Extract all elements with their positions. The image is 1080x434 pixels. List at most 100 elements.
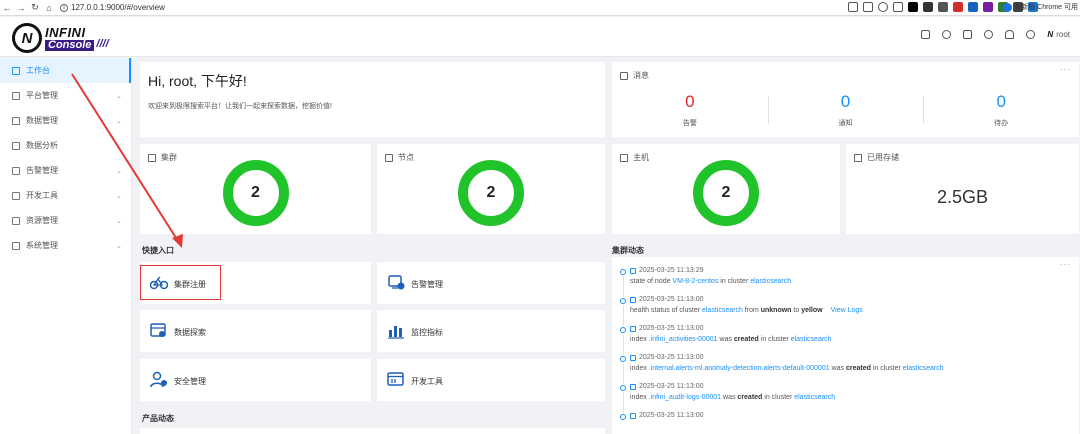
quick-security-management[interactable]: 安全管理 xyxy=(140,359,371,401)
key-icon[interactable] xyxy=(848,2,858,12)
sidebar-item-devtools[interactable]: 开发工具 ⌄ xyxy=(0,183,131,208)
quick-monitoring-metrics[interactable]: 监控指标 xyxy=(377,310,605,352)
back-icon[interactable]: ← xyxy=(0,3,14,13)
platform-icon xyxy=(12,91,20,100)
activity-link[interactable]: elasticsearch xyxy=(750,278,791,285)
activity-text: created xyxy=(733,336,759,343)
extension-icon[interactable] xyxy=(923,2,933,12)
host-icon xyxy=(620,153,628,162)
url-text: 127.0.0.1:9000/#/overview xyxy=(71,3,165,12)
document-icon[interactable] xyxy=(963,30,973,39)
reload-icon[interactable]: ↻ xyxy=(28,2,42,13)
alert-icon xyxy=(12,166,20,175)
notifications-count-value: 0 xyxy=(840,92,851,111)
storage-card[interactable]: 已用存储 2.5GB xyxy=(846,144,1079,234)
extension-icon[interactable] xyxy=(908,2,918,12)
quick-label: 数据探索 xyxy=(174,328,206,337)
sidebar-item-platform[interactable]: 平台管理 ⌄ xyxy=(0,83,131,108)
messages-title: 消息 xyxy=(620,70,649,81)
alerts-count[interactable]: 0 告警 xyxy=(612,92,768,128)
header-actions: N root xyxy=(921,30,1070,39)
star-icon[interactable] xyxy=(893,2,903,12)
help-icon[interactable] xyxy=(984,30,994,39)
expand-icon[interactable] xyxy=(630,296,636,303)
sidebar-item-system[interactable]: 系统管理 ⌄ xyxy=(0,233,131,258)
timeline-dot-icon xyxy=(620,298,626,304)
console-icon[interactable] xyxy=(921,30,931,39)
activity-text: was xyxy=(717,336,734,343)
quick-dev-tools[interactable]: 开发工具 xyxy=(377,359,605,401)
notifications-count[interactable]: 0 通知 xyxy=(767,92,924,128)
forward-icon[interactable]: → xyxy=(14,3,28,13)
more-icon[interactable]: ··· xyxy=(1060,65,1071,74)
logo-mark-icon: N xyxy=(12,23,42,53)
address-bar[interactable]: i 127.0.0.1:9000/#/overview xyxy=(60,3,165,12)
sidebar-item-resources[interactable]: 资源管理 ⌄ xyxy=(0,208,131,233)
activity-link[interactable]: VM-8-2-centos xyxy=(672,278,718,285)
chevron-down-icon: ⌄ xyxy=(116,192,122,200)
quick-data-explore[interactable]: 数据探索 xyxy=(140,310,371,352)
clusters-ring: 2 xyxy=(222,160,289,226)
sidebar-item-data[interactable]: 数据管理 ⌄ xyxy=(0,108,131,133)
gauge-icon[interactable] xyxy=(942,30,952,39)
nodes-title: 节点 xyxy=(385,152,414,163)
user-menu[interactable]: N root xyxy=(1047,30,1070,39)
extension-icon[interactable] xyxy=(938,2,948,12)
bar-chart-icon xyxy=(388,326,404,339)
activity-link[interactable]: elasticsearch xyxy=(903,365,944,372)
timeline-connector xyxy=(623,363,624,384)
activity-text: in cluster xyxy=(870,365,903,372)
cluster-activity-title: 集群动态 xyxy=(612,246,644,255)
sidebar-item-workbench[interactable]: 工作台 xyxy=(0,58,131,83)
quick-label: 监控指标 xyxy=(411,328,443,337)
quick-alert-management[interactable]: 告警管理 xyxy=(377,262,605,304)
activity-time: 2025-03-25 11:13:00 xyxy=(630,325,703,332)
activity-text: index xyxy=(630,394,649,401)
extension-icon[interactable] xyxy=(968,2,978,12)
zoom-icon[interactable] xyxy=(878,2,888,12)
activity-link[interactable]: View Logs xyxy=(831,307,863,314)
chrome-update-button[interactable]: 有新版 Chrome 可用 xyxy=(1003,2,1078,12)
activity-link[interactable]: .infini_activities-00001 xyxy=(649,336,718,343)
activity-link[interactable]: elasticsearch xyxy=(702,307,743,314)
home-icon[interactable]: ⌂ xyxy=(42,3,56,13)
cluster-icon xyxy=(148,153,156,162)
hosts-card[interactable]: 主机 2 xyxy=(612,144,840,234)
site-info-icon[interactable]: i xyxy=(60,3,68,12)
activity-link[interactable]: elasticsearch xyxy=(794,394,835,401)
expand-icon[interactable] xyxy=(630,325,636,332)
activity-text: index xyxy=(630,365,649,372)
timeline-connector xyxy=(623,276,624,297)
expand-icon[interactable] xyxy=(630,383,636,390)
activity-text: in cluster xyxy=(758,336,791,343)
translate-icon[interactable] xyxy=(863,2,873,12)
nodes-card[interactable]: 节点 2 xyxy=(377,144,605,234)
profile-icon xyxy=(1003,2,1013,12)
activity-time: 2025-03-25 11:13:00 xyxy=(630,412,703,419)
activity-link[interactable]: .internal.alerts-ml.anomaly-detection.al… xyxy=(649,365,830,372)
clusters-card[interactable]: 集群 2 xyxy=(140,144,371,234)
extension-icon[interactable] xyxy=(953,2,963,12)
sidebar-item-analysis[interactable]: 数据分析 xyxy=(0,133,131,158)
infini-console-logo[interactable]: N INFINI Console //// xyxy=(12,23,109,53)
product-news-card xyxy=(140,428,605,434)
activity-text: yellow xyxy=(801,307,823,314)
todo-count[interactable]: 0 待办 xyxy=(923,92,1079,128)
activity-link[interactable]: .infini_audit-logs-00001 xyxy=(649,394,721,401)
extension-icon[interactable] xyxy=(983,2,993,12)
hosts-ring: 2 xyxy=(693,160,759,226)
messages-card: 消息 ··· 0 告警 0 通知 0 待办 xyxy=(612,62,1079,137)
expand-icon[interactable] xyxy=(630,267,636,274)
quick-label: 开发工具 xyxy=(411,377,443,386)
expand-icon[interactable] xyxy=(630,354,636,361)
activity-time-text: 2025-03-25 11:13:00 xyxy=(639,325,704,332)
globe-icon[interactable] xyxy=(1026,30,1036,39)
activity-text: created xyxy=(845,365,871,372)
sidebar-item-alerting[interactable]: 告警管理 ⌄ xyxy=(0,158,131,183)
bell-icon[interactable] xyxy=(1005,30,1015,39)
sidebar-item-label: 资源管理 xyxy=(26,216,58,225)
more-icon[interactable]: ··· xyxy=(1060,260,1071,269)
activity-link[interactable]: elasticsearch xyxy=(791,336,832,343)
expand-icon[interactable] xyxy=(630,412,636,419)
clusters-title-label: 集群 xyxy=(161,153,177,162)
